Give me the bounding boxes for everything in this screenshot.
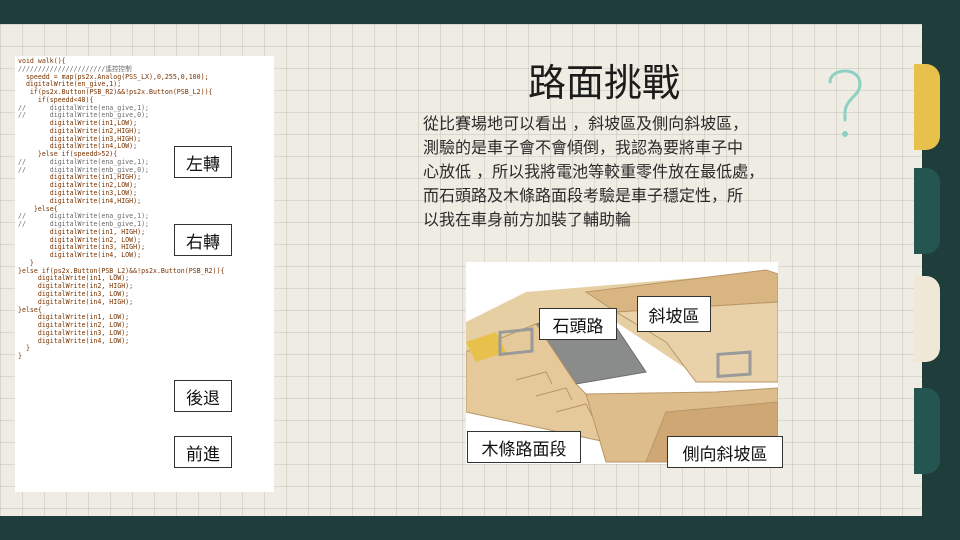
label-forward: 前進 (174, 436, 232, 468)
label-wood-strip: 木條路面段 (467, 431, 581, 463)
code-line: digitalWrite(in4, LOW); (18, 336, 130, 345)
label-left-turn: 左轉 (174, 146, 232, 178)
slide-body: 從比賽場地可以看出 ，斜坡區及側向斜坡區， 測驗的是車子會不會傾倒，我認為要將車… (423, 112, 823, 232)
label-backward: 後退 (174, 380, 232, 412)
code-line: } (18, 352, 22, 361)
label-slope: 斜坡區 (637, 296, 711, 332)
code-listing: void walk(){//////////////////////遙控控制 s… (15, 56, 274, 492)
side-tab-yellow (914, 64, 940, 150)
body-line: 而石頭路及木條路面段考驗是車子穩定性，所 (423, 186, 744, 205)
code-line: digitalWrite(in4, HIGH); (18, 297, 134, 306)
body-line: 測驗的是車子會不會傾倒，我認為要將車子中 (423, 138, 744, 157)
code-line: digitalWrite(in4, LOW); (18, 251, 142, 260)
side-tab-cream (914, 276, 940, 362)
side-tab-teal-1 (914, 168, 940, 254)
slide-title: 路面挑戰 (528, 61, 681, 105)
body-line: 以我在車身前方加裝了輔助輪 (423, 210, 632, 229)
label-side-slope: 側向斜坡區 (667, 436, 783, 468)
label-stone-road: 石頭路 (539, 308, 617, 340)
label-right-turn: 右轉 (174, 224, 232, 256)
code-line: } (18, 344, 30, 353)
question-mark-icon (828, 69, 862, 137)
side-tab-teal-2 (914, 388, 940, 474)
body-line: 從比賽場地可以看出 ，斜坡區及側向斜坡區， (423, 114, 749, 133)
body-line: 心放低 ，所以我將電池等較重零件放在最低處， (423, 162, 765, 181)
